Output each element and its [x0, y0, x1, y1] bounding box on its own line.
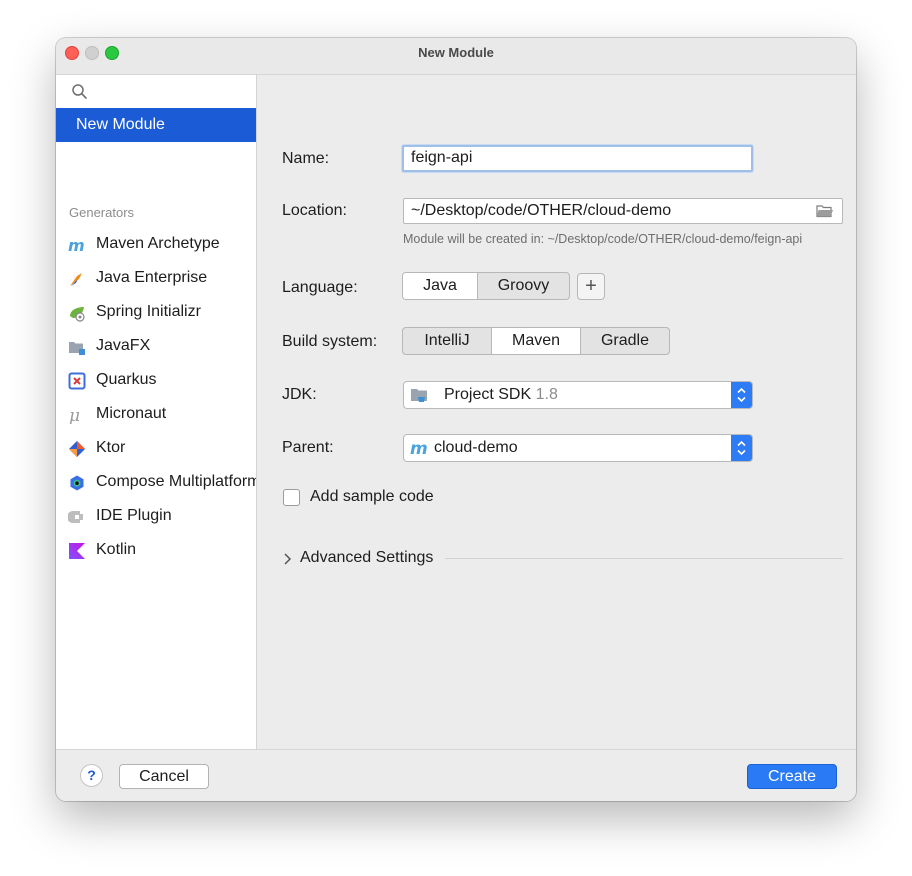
- help-button[interactable]: ?: [80, 764, 103, 787]
- cancel-button[interactable]: Cancel: [119, 764, 209, 789]
- build-system-label: Build system:: [282, 333, 378, 350]
- sidebar-item-label: Kotlin: [96, 541, 137, 558]
- svg-text:m: m: [410, 439, 428, 458]
- chevron-right-icon[interactable]: [283, 552, 293, 566]
- sidebar-item-label: Ktor: [96, 439, 126, 456]
- title-bar: New Module: [56, 38, 856, 75]
- advanced-settings-divider: [445, 558, 843, 559]
- sidebar-item-label: New Module: [76, 116, 165, 133]
- window-title: New Module: [418, 45, 494, 60]
- sidebar-item-maven-archetype[interactable]: m Maven Archetype: [56, 230, 256, 260]
- javafx-icon: [69, 342, 85, 355]
- ktor-icon: [69, 441, 85, 457]
- sidebar-item-label: Compose Multiplatform: [96, 473, 256, 490]
- spring-icon: [70, 307, 85, 322]
- sidebar-item-spring-initializr[interactable]: Spring Initializr: [56, 298, 256, 328]
- add-sample-code-checkbox[interactable]: [283, 489, 300, 506]
- svg-text:m: m: [68, 236, 85, 254]
- sidebar-item-new-module[interactable]: New Module: [56, 108, 256, 142]
- quarkus-icon: [68, 372, 86, 390]
- compose-icon: [70, 475, 84, 491]
- jdk-dropdown[interactable]: Project SDK 1.8: [403, 381, 753, 409]
- sidebar-item-label: Maven Archetype: [96, 235, 220, 252]
- location-hint: Module will be created in: ~/Desktop/cod…: [403, 232, 803, 246]
- build-system-selector: IntelliJ Maven Gradle: [402, 327, 670, 355]
- sidebar-item-label: JavaFX: [96, 337, 151, 354]
- jdk-dropdown-arrow[interactable]: [731, 382, 752, 408]
- sidebar-item-micronaut[interactable]: μ Micronaut: [56, 400, 256, 430]
- name-label: Name:: [282, 150, 330, 167]
- folder-icon[interactable]: [816, 204, 834, 218]
- dialog-footer: ? Cancel Create: [56, 749, 856, 801]
- sidebar-item-label: Quarkus: [96, 371, 157, 388]
- sidebar-item-compose-multiplatform[interactable]: Compose Multiplatform: [56, 468, 256, 498]
- sidebar-item-javafx[interactable]: JavaFX: [56, 332, 256, 362]
- kotlin-icon: [69, 543, 85, 559]
- sdk-folder-icon: [411, 389, 427, 402]
- location-field[interactable]: ~/Desktop/code/OTHER/cloud-demo: [403, 198, 843, 224]
- ide-plugin-icon: [68, 511, 83, 523]
- build-option-maven[interactable]: Maven: [492, 328, 581, 354]
- sidebar-item-label: Micronaut: [96, 405, 167, 422]
- build-option-intellij[interactable]: IntelliJ: [403, 328, 492, 354]
- sidebar-item-label: Java Enterprise: [96, 269, 208, 286]
- location-label: Location:: [282, 202, 347, 219]
- parent-value: cloud-demo: [434, 439, 518, 456]
- new-module-dialog: New Module New Module Generators m Maven…: [56, 38, 856, 801]
- sidebar-item-quarkus[interactable]: Quarkus: [56, 366, 256, 396]
- sidebar-item-java-enterprise[interactable]: Java Enterprise: [56, 264, 256, 294]
- language-option-groovy[interactable]: Groovy: [478, 273, 569, 299]
- sidebar-item-label: Spring Initializr: [96, 303, 201, 320]
- language-option-java[interactable]: Java: [403, 273, 478, 299]
- svg-text:μ: μ: [69, 406, 80, 424]
- search-icon[interactable]: [71, 83, 89, 101]
- build-option-gradle[interactable]: Gradle: [581, 328, 669, 354]
- generators-header: Generators: [69, 205, 135, 220]
- parent-label: Parent:: [282, 439, 334, 456]
- chevron-updown-icon: [737, 440, 746, 456]
- maven-icon: m: [68, 236, 85, 254]
- parent-dropdown[interactable]: m cloud-demo: [403, 434, 753, 462]
- chevron-updown-icon: [737, 387, 746, 403]
- java-enterprise-icon: [70, 273, 82, 286]
- add-sample-code-label: Add sample code: [310, 488, 434, 505]
- jdk-version: 1.8: [535, 386, 558, 403]
- jdk-label: JDK:: [282, 386, 317, 403]
- sidebar-item-label: IDE Plugin: [96, 507, 172, 524]
- language-selector: Java Groovy: [402, 272, 570, 300]
- sidebar-item-kotlin[interactable]: Kotlin: [56, 536, 256, 566]
- maven-icon: m: [410, 439, 428, 458]
- module-settings-panel: Name: feign-api Location: ~/Desktop/code…: [257, 75, 856, 749]
- parent-dropdown-arrow[interactable]: [731, 435, 752, 461]
- sidebar-item-ide-plugin[interactable]: IDE Plugin: [56, 502, 256, 532]
- advanced-settings-toggle[interactable]: Advanced Settings: [300, 549, 433, 567]
- name-field[interactable]: feign-api: [402, 145, 753, 172]
- generator-sidebar: New Module Generators m Maven Archetype …: [56, 75, 257, 749]
- micronaut-icon: μ: [69, 406, 80, 424]
- language-label: Language:: [282, 279, 358, 296]
- add-language-button[interactable]: +: [577, 273, 605, 300]
- sidebar-item-ktor[interactable]: Ktor: [56, 434, 256, 464]
- jdk-value: Project SDK: [444, 386, 532, 403]
- create-button[interactable]: Create: [747, 764, 837, 789]
- location-value: ~/Desktop/code/OTHER/cloud-demo: [411, 202, 672, 219]
